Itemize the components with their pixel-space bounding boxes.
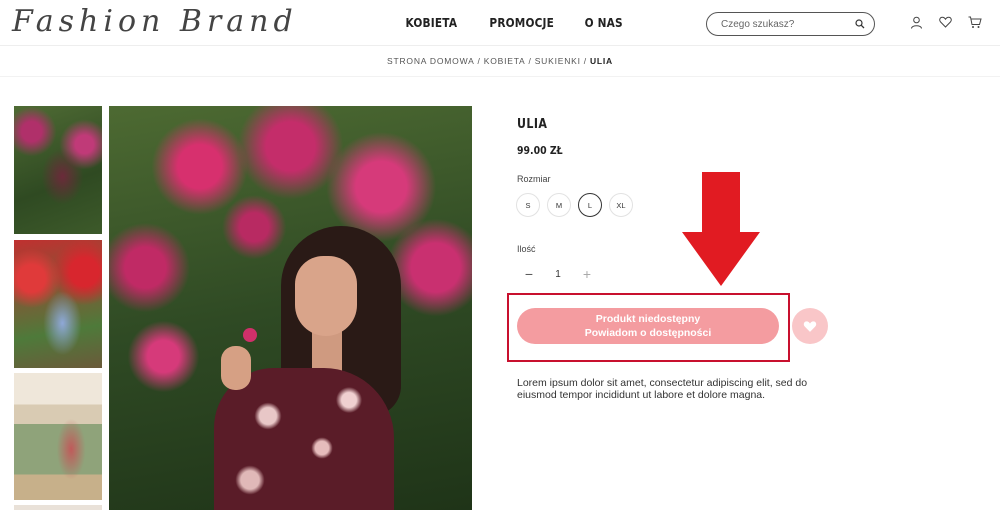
main-product-image[interactable] bbox=[109, 106, 472, 510]
breadcrumb-current: ULIA bbox=[589, 56, 613, 66]
quantity-increase-button[interactable]: + bbox=[579, 266, 595, 282]
header-icons bbox=[909, 14, 982, 30]
breadcrumb-separator: / bbox=[477, 56, 481, 66]
model-face bbox=[295, 256, 357, 336]
product-name: ULIA bbox=[517, 117, 548, 132]
nav-item-kobieta[interactable]: KOBIETA bbox=[406, 16, 458, 30]
model-hand bbox=[221, 346, 251, 390]
product-price: 99.00 ZŁ bbox=[517, 144, 563, 157]
gallery-thumbnail-1[interactable] bbox=[14, 106, 102, 234]
size-selector: S M L XL bbox=[516, 193, 633, 217]
gallery-thumbnail-4[interactable] bbox=[14, 505, 102, 510]
heart-icon[interactable] bbox=[938, 14, 953, 30]
quantity-decrease-button[interactable]: − bbox=[521, 266, 537, 282]
annotation-arrow-icon bbox=[682, 172, 760, 286]
size-label: Rozmiar bbox=[517, 174, 551, 184]
heart-icon bbox=[803, 320, 817, 332]
quantity-label: Ilość bbox=[517, 244, 536, 254]
cta-line-1: Produkt niedostępny bbox=[595, 313, 701, 325]
nav-item-o-nas[interactable]: O NAS bbox=[585, 16, 623, 30]
user-icon[interactable] bbox=[909, 14, 924, 30]
product-description: Lorem ipsum dolor sit amet, consectetur … bbox=[517, 377, 808, 401]
size-option-xl[interactable]: XL bbox=[609, 193, 633, 217]
quantity-stepper: − 1 + bbox=[521, 266, 595, 282]
divider bbox=[0, 76, 1000, 77]
breadcrumb-item-home[interactable]: STRONA DOMOWA bbox=[387, 56, 475, 66]
search-icon[interactable] bbox=[854, 18, 866, 30]
breadcrumb: STRONA DOMOWA / KOBIETA / SUKIENKI / ULIA bbox=[0, 56, 1000, 66]
add-to-wishlist-button[interactable] bbox=[792, 308, 828, 344]
cart-icon[interactable] bbox=[967, 14, 982, 30]
breadcrumb-separator: / bbox=[528, 56, 532, 66]
main-nav: KOBIETA PROMOCJE O NAS bbox=[402, 16, 626, 30]
quantity-value[interactable]: 1 bbox=[537, 269, 579, 280]
breadcrumb-separator: / bbox=[583, 56, 587, 66]
flower bbox=[243, 328, 257, 342]
size-option-m[interactable]: M bbox=[547, 193, 571, 217]
breadcrumb-item-sukienki[interactable]: SUKIENKI bbox=[535, 56, 581, 66]
breadcrumb-item-kobieta[interactable]: KOBIETA bbox=[484, 56, 526, 66]
search-box bbox=[706, 12, 875, 36]
search-input[interactable] bbox=[721, 18, 851, 30]
gallery-thumbnail-2[interactable] bbox=[14, 240, 102, 368]
size-option-s[interactable]: S bbox=[516, 193, 540, 217]
brand-logo[interactable]: Fashion Brand bbox=[12, 4, 298, 39]
cta-line-2: Powiadom o dostępności bbox=[584, 327, 712, 339]
notify-availability-button[interactable]: Produkt niedostępny Powiadom o dostępnoś… bbox=[517, 308, 779, 344]
nav-item-promocje[interactable]: PROMOCJE bbox=[489, 16, 554, 30]
site-header: Fashion Brand KOBIETA PROMOCJE O NAS bbox=[0, 0, 1000, 46]
gallery-thumbnail-3[interactable] bbox=[14, 373, 102, 500]
size-option-l[interactable]: L bbox=[578, 193, 602, 217]
